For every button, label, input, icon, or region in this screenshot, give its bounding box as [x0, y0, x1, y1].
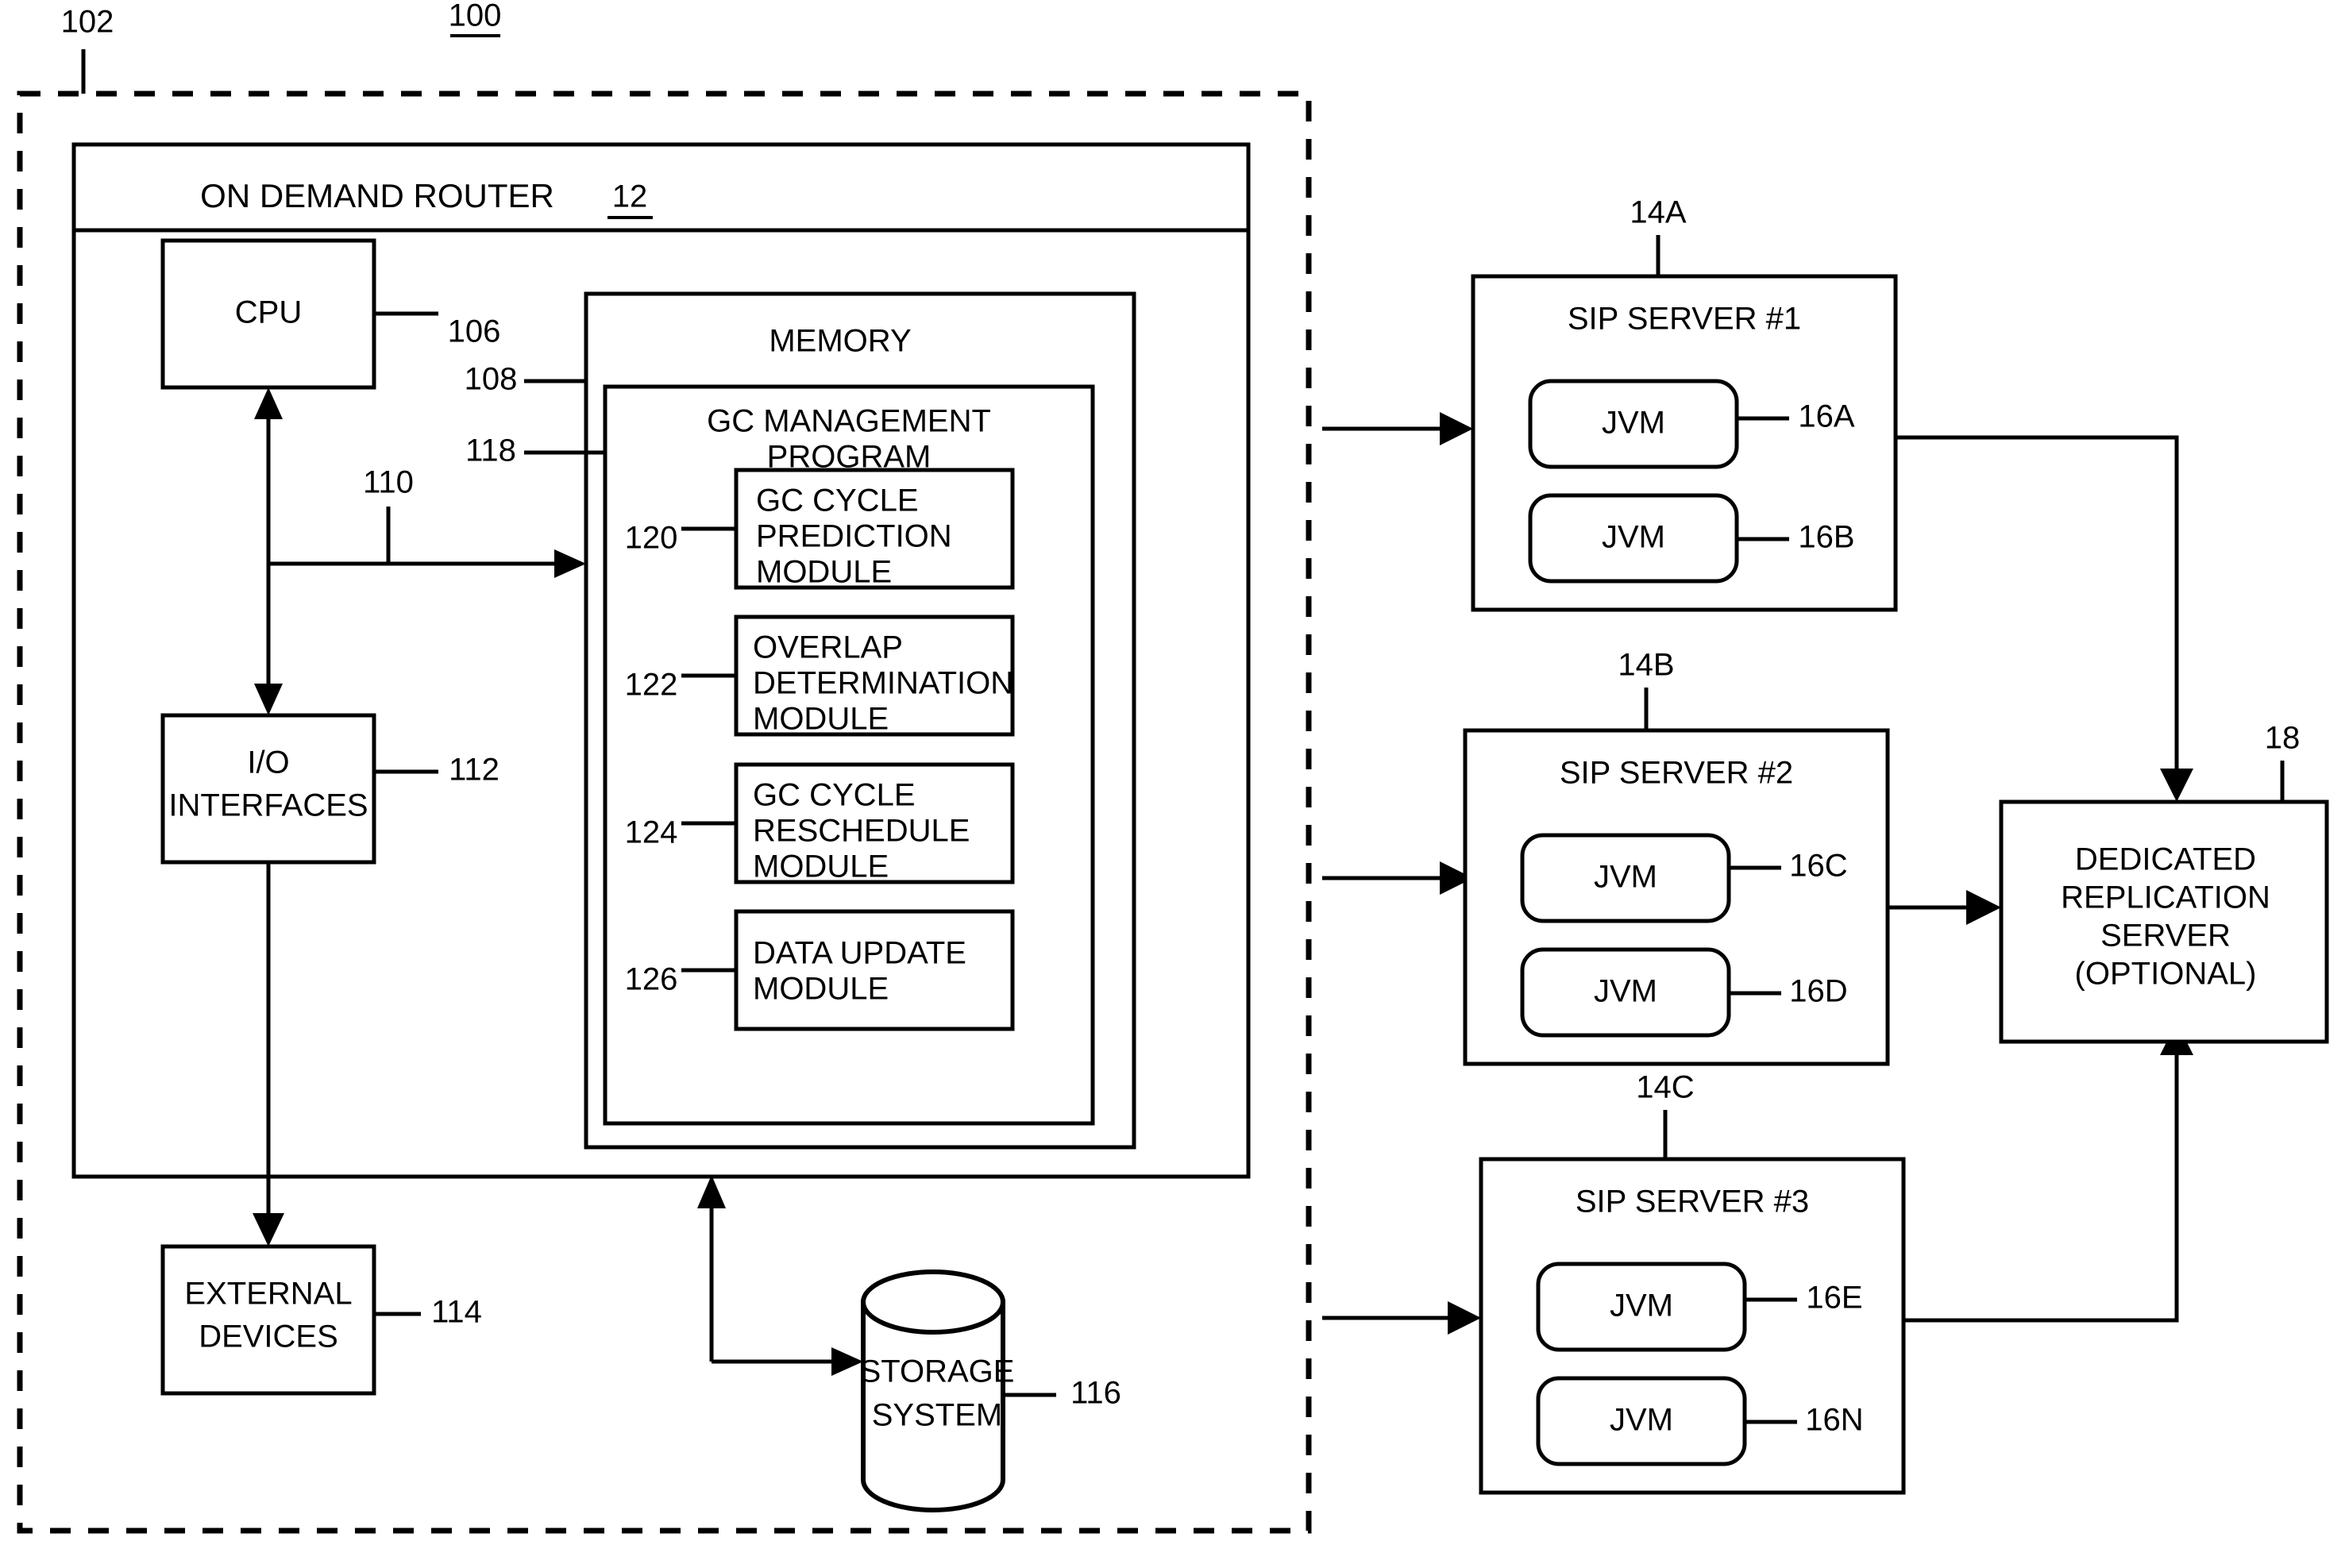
module-124-ref: 124 [625, 815, 678, 850]
sip-server-3-title: SIP SERVER #3 [1576, 1185, 1809, 1219]
sip-server-2-jvm-c-label: JVM [1594, 860, 1657, 895]
sip-server-2-jvm-d-ref: 16D [1789, 974, 1847, 1009]
sip-server-2-jvm-d-label: JVM [1594, 974, 1657, 1009]
sip-server-3-jvm-n-label: JVM [1610, 1403, 1673, 1438]
sip-server-1-jvm-b-ref: 16B [1798, 520, 1854, 555]
storage-system-group: STORAGE SYSTEM 116 [860, 1269, 1121, 1512]
module-gc-cycle-reschedule-line2: RESCHEDULE [753, 814, 970, 849]
sip3-replication-path [1904, 1042, 2179, 1323]
figure-ref-100-text: 100 [449, 0, 502, 33]
sip2-replication-arrowhead [1966, 890, 2001, 925]
module-data-update-line2: MODULE [753, 972, 889, 1007]
router-to-sip3-arrow [1322, 1301, 1481, 1335]
module-gc-cycle-reschedule-line3: MODULE [753, 849, 889, 884]
sip-server-2-jvm-c-ref: 16C [1789, 849, 1847, 884]
module-overlap-determination-line1: OVERLAP [753, 630, 903, 665]
on-demand-router-ref: 12 [612, 179, 648, 214]
memory-label: MEMORY [769, 324, 911, 359]
sip-server-3-jvm-e-ref: 16E [1806, 1281, 1862, 1316]
sip3-to-replication-arrow [1904, 1022, 2193, 1323]
module-overlap-determination-line2: DETERMINATION [753, 666, 1013, 701]
sip-server-2-title: SIP SERVER #2 [1560, 756, 1793, 791]
replication-server-line3: SERVER [2100, 919, 2231, 954]
replication-server-ref: 18 [2265, 721, 2301, 756]
storage-system-arrow-group [697, 1175, 863, 1376]
module-data-update-line1: DATA UPDATE [753, 936, 966, 971]
sip-server-1-ref: 14A [1630, 195, 1686, 230]
module-gc-cycle-prediction-line2: PREDICTION [756, 519, 952, 554]
gc-management-program-ref: 118 [465, 433, 516, 468]
figure-canvas: 100 102 ON DEMAND ROUTER 12 CPU 106 110 [17, 0, 2329, 1534]
router-to-sip1-arrow [1322, 412, 1473, 445]
external-devices-label-line1: EXTERNAL [184, 1277, 352, 1312]
sip-server-2-ref: 14B [1618, 648, 1674, 683]
cpu-label: CPU [235, 295, 302, 330]
gc-management-program-label-line1: GC MANAGEMENT [707, 404, 991, 439]
external-devices-ref: 114 [431, 1295, 482, 1330]
storage-label-line1: STORAGE [860, 1354, 1015, 1389]
router-bottom-arrowhead [697, 1175, 726, 1208]
sip-server-1-jvm-a-label: JVM [1602, 406, 1665, 441]
cpu-ref: 106 [448, 314, 501, 349]
sip-server-3-jvm-n-ref: 16N [1805, 1403, 1863, 1438]
io-interfaces-ref: 112 [449, 753, 499, 788]
io-interfaces-label-line2: INTERFACES [168, 788, 368, 823]
io-interfaces-label-line1: I/O [247, 745, 289, 780]
replication-server-line4: (OPTIONAL) [2075, 957, 2257, 992]
bus-ref: 110 [363, 465, 414, 500]
figure-ref-100: 100 [449, 0, 502, 37]
storage-cylinder-top [861, 1269, 1005, 1335]
storage-label-line2: SYSTEM [872, 1398, 1002, 1433]
module-gc-cycle-prediction-line1: GC CYCLE [756, 483, 919, 518]
storage-ref: 116 [1070, 1376, 1121, 1411]
module-gc-cycle-prediction-line3: MODULE [756, 555, 892, 590]
memory-ref: 108 [465, 362, 518, 397]
module-126-ref: 126 [625, 962, 678, 997]
replication-server-line1: DEDICATED [2075, 842, 2256, 877]
patent-figure-root: 100 102 ON DEMAND ROUTER 12 CPU 106 110 [0, 0, 2349, 1568]
sip-server-3-jvm-e-label: JVM [1610, 1289, 1673, 1323]
module-gc-cycle-reschedule-line1: GC CYCLE [753, 778, 916, 813]
module-122-ref: 122 [625, 668, 678, 703]
sip-server-2-group: 14B SIP SERVER #2 JVM 16C JVM 16D [1463, 648, 1890, 1066]
sip-server-3-ref: 14C [1636, 1070, 1694, 1105]
module-120-ref: 120 [625, 521, 678, 556]
external-devices-group: EXTERNAL DEVICES 114 [160, 1244, 482, 1396]
router-sip1-arrowhead [1440, 412, 1473, 445]
sip2-to-replication-arrow [1888, 890, 2001, 925]
external-devices-label-line2: DEVICES [199, 1320, 338, 1354]
sip-server-1-group: 14A SIP SERVER #1 JVM 16A JVM 16B [1471, 195, 1898, 612]
sip1-to-replication-arrow [1896, 435, 2193, 802]
environment-ref-102-text: 102 [61, 5, 114, 40]
sip-server-1-jvm-a-ref: 16A [1798, 399, 1854, 434]
replication-server-line2: REPLICATION [2061, 880, 2270, 915]
router-to-sip2-arrow [1322, 861, 1473, 895]
sip-server-1-jvm-b-label: JVM [1602, 520, 1665, 555]
sip-server-1-title: SIP SERVER #1 [1568, 302, 1801, 337]
sip1-replication-path [1896, 435, 2179, 782]
sip1-replication-arrowhead [2160, 769, 2193, 802]
module-overlap-determination-line3: MODULE [753, 702, 889, 737]
sip-server-3-group: 14C SIP SERVER #3 JVM 16E JVM 16N [1479, 1070, 1906, 1495]
router-sip3-arrowhead [1448, 1301, 1481, 1335]
storage-arrow-head [831, 1347, 863, 1376]
on-demand-router-title: ON DEMAND ROUTER [200, 177, 554, 214]
io-external-arrowhead [253, 1213, 284, 1246]
